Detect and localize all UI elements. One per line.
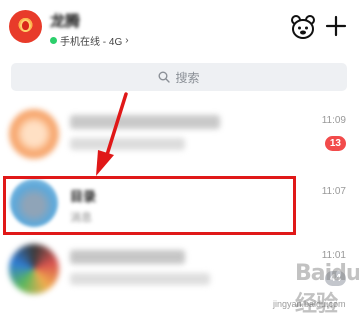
online-dot-icon (50, 37, 57, 44)
conversation-preview (70, 138, 185, 150)
user-nickname: 龙腾 (50, 13, 81, 30)
plus-icon[interactable] (325, 15, 347, 37)
baidu-jingyan-watermark: Baidu 经验 jingyan.baidu.com (265, 259, 359, 317)
online-status-text: 手机在线 - 4G (60, 37, 123, 48)
highlight-box (3, 176, 296, 235)
conversation-time: 11:07 (321, 186, 346, 197)
status-chevron-icon: › (125, 35, 129, 46)
watermark-logo: Baidu 经验 (295, 261, 359, 317)
user-avatar[interactable] (9, 10, 42, 43)
conversation-item[interactable]: 11:09 13 (0, 103, 359, 165)
watermark-url: jingyan.baidu.com (273, 299, 346, 309)
conversation-title (70, 250, 185, 264)
conversation-preview (70, 273, 210, 285)
search-placeholder: 搜索 (175, 70, 200, 85)
conversation-time: 11:09 (321, 115, 346, 126)
chat-list-header: 龙腾 手机在线 - 4G › (0, 0, 359, 58)
online-status[interactable]: 手机在线 - 4G › (50, 33, 129, 48)
conversation-avatar (9, 109, 59, 159)
search-icon (158, 71, 171, 83)
conversation-title (70, 115, 220, 129)
pet-icon[interactable] (290, 14, 316, 40)
search-bar[interactable]: 搜索 (11, 63, 347, 91)
conversation-avatar (9, 244, 59, 294)
unread-badge: 13 (324, 136, 346, 151)
